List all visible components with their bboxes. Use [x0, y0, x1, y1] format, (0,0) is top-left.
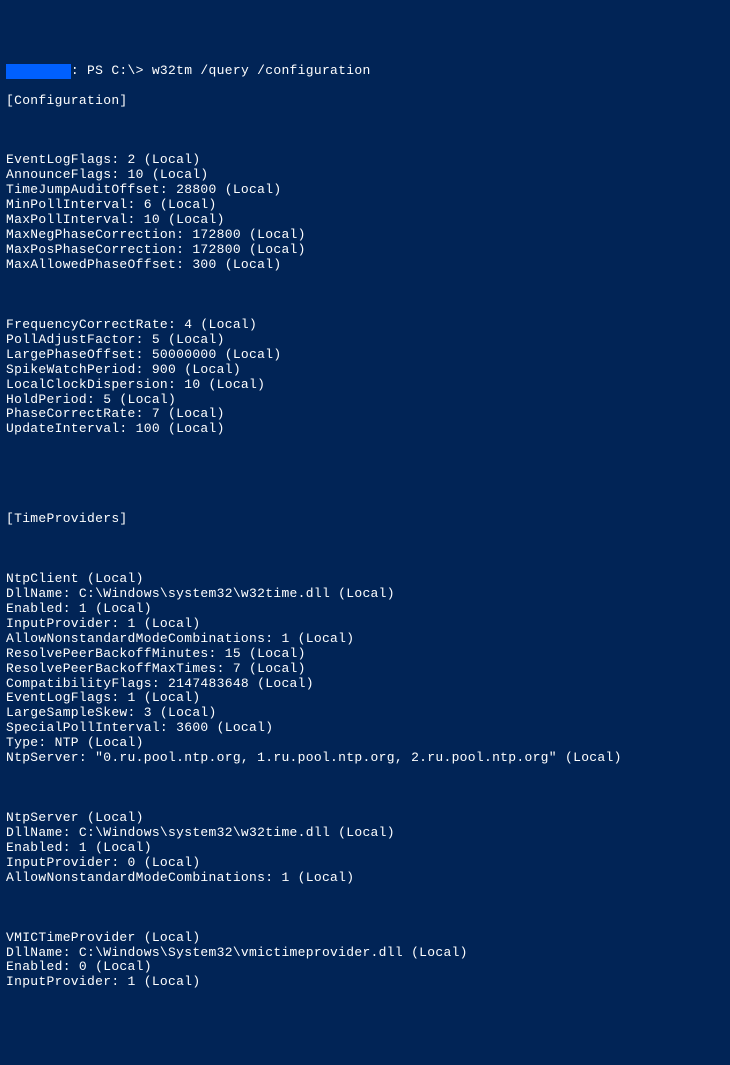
prompt-suffix: : PS C:\> [71, 63, 152, 78]
blank-line [6, 781, 724, 796]
config-line: MaxAllowedPhaseOffset: 300 (Local) [6, 258, 724, 273]
blank-line [6, 124, 724, 139]
config-line: UpdateInterval: 100 (Local) [6, 422, 724, 437]
ntpclient-line: LargeSampleSkew: 3 (Local) [6, 706, 724, 721]
ntpserver-line: AllowNonstandardModeCombinations: 1 (Loc… [6, 871, 724, 886]
config-line: PhaseCorrectRate: 7 (Local) [6, 407, 724, 422]
ntpclient-line: EventLogFlags: 1 (Local) [6, 691, 724, 706]
ntpserver-line: InputProvider: 0 (Local) [6, 856, 724, 871]
command-text: w32tm /query /configuration [152, 63, 371, 78]
blank-line [6, 542, 724, 557]
vmic-block: VMICTimeProvider (Local)DllName: C:\Wind… [6, 931, 724, 991]
ntpserver-line: NtpServer (Local) [6, 811, 724, 826]
section-header-providers: [TimeProviders] [6, 512, 724, 527]
config-line: MaxPollInterval: 10 (Local) [6, 213, 724, 228]
ntpclient-block: NtpClient (Local)DllName: C:\Windows\sys… [6, 572, 724, 766]
ntpclient-line: DllName: C:\Windows\system32\w32time.dll… [6, 587, 724, 602]
ntpclient-line: CompatibilityFlags: 2147483648 (Local) [6, 677, 724, 692]
config-line: SpikeWatchPeriod: 900 (Local) [6, 363, 724, 378]
ntpserver-line: DllName: C:\Windows\system32\w32time.dll… [6, 826, 724, 841]
config-line: MaxNegPhaseCorrection: 172800 (Local) [6, 228, 724, 243]
ntpclient-line: AllowNonstandardModeCombinations: 1 (Loc… [6, 632, 724, 647]
config-line: MaxPosPhaseCorrection: 172800 (Local) [6, 243, 724, 258]
config-line: MinPollInterval: 6 (Local) [6, 198, 724, 213]
config-line: LocalClockDispersion: 10 (Local) [6, 378, 724, 393]
config-line: HoldPeriod: 5 (Local) [6, 393, 724, 408]
ntpclient-line: NtpServer: "0.ru.pool.ntp.org, 1.ru.pool… [6, 751, 724, 766]
ntpclient-line: ResolvePeerBackoffMinutes: 15 (Local) [6, 647, 724, 662]
ntpclient-line: InputProvider: 1 (Local) [6, 617, 724, 632]
blank-line [6, 482, 724, 497]
vmic-line: Enabled: 0 (Local) [6, 960, 724, 975]
config-line: FrequencyCorrectRate: 4 (Local) [6, 318, 724, 333]
ntpserver-line: Enabled: 1 (Local) [6, 841, 724, 856]
config-block-1: EventLogFlags: 2 (Local)AnnounceFlags: 1… [6, 153, 724, 273]
ntpclient-line: ResolvePeerBackoffMaxTimes: 7 (Local) [6, 662, 724, 677]
vmic-line: DllName: C:\Windows\System32\vmictimepro… [6, 946, 724, 961]
ntpclient-line: Enabled: 1 (Local) [6, 602, 724, 617]
config-line: LargePhaseOffset: 50000000 (Local) [6, 348, 724, 363]
config-line: AnnounceFlags: 10 (Local) [6, 168, 724, 183]
config-line: PollAdjustFactor: 5 (Local) [6, 333, 724, 348]
blank-line [6, 901, 724, 916]
vmic-line: VMICTimeProvider (Local) [6, 931, 724, 946]
blank-line [6, 452, 724, 467]
ntpclient-line: Type: NTP (Local) [6, 736, 724, 751]
prompt-redacted: XXXXXXXX [6, 64, 71, 79]
blank-line [6, 288, 724, 303]
ntpclient-line: NtpClient (Local) [6, 572, 724, 587]
config-block-2: FrequencyCorrectRate: 4 (Local)PollAdjus… [6, 318, 724, 438]
vmic-line: InputProvider: 1 (Local) [6, 975, 724, 990]
ntpserver-block: NtpServer (Local)DllName: C:\Windows\sys… [6, 811, 724, 886]
config-line: TimeJumpAuditOffset: 28800 (Local) [6, 183, 724, 198]
ntpclient-line: SpecialPollInterval: 3600 (Local) [6, 721, 724, 736]
prompt-line: XXXXXXXX: PS C:\> w32tm /query /configur… [6, 64, 724, 79]
config-line: EventLogFlags: 2 (Local) [6, 153, 724, 168]
section-header-config: [Configuration] [6, 94, 724, 109]
